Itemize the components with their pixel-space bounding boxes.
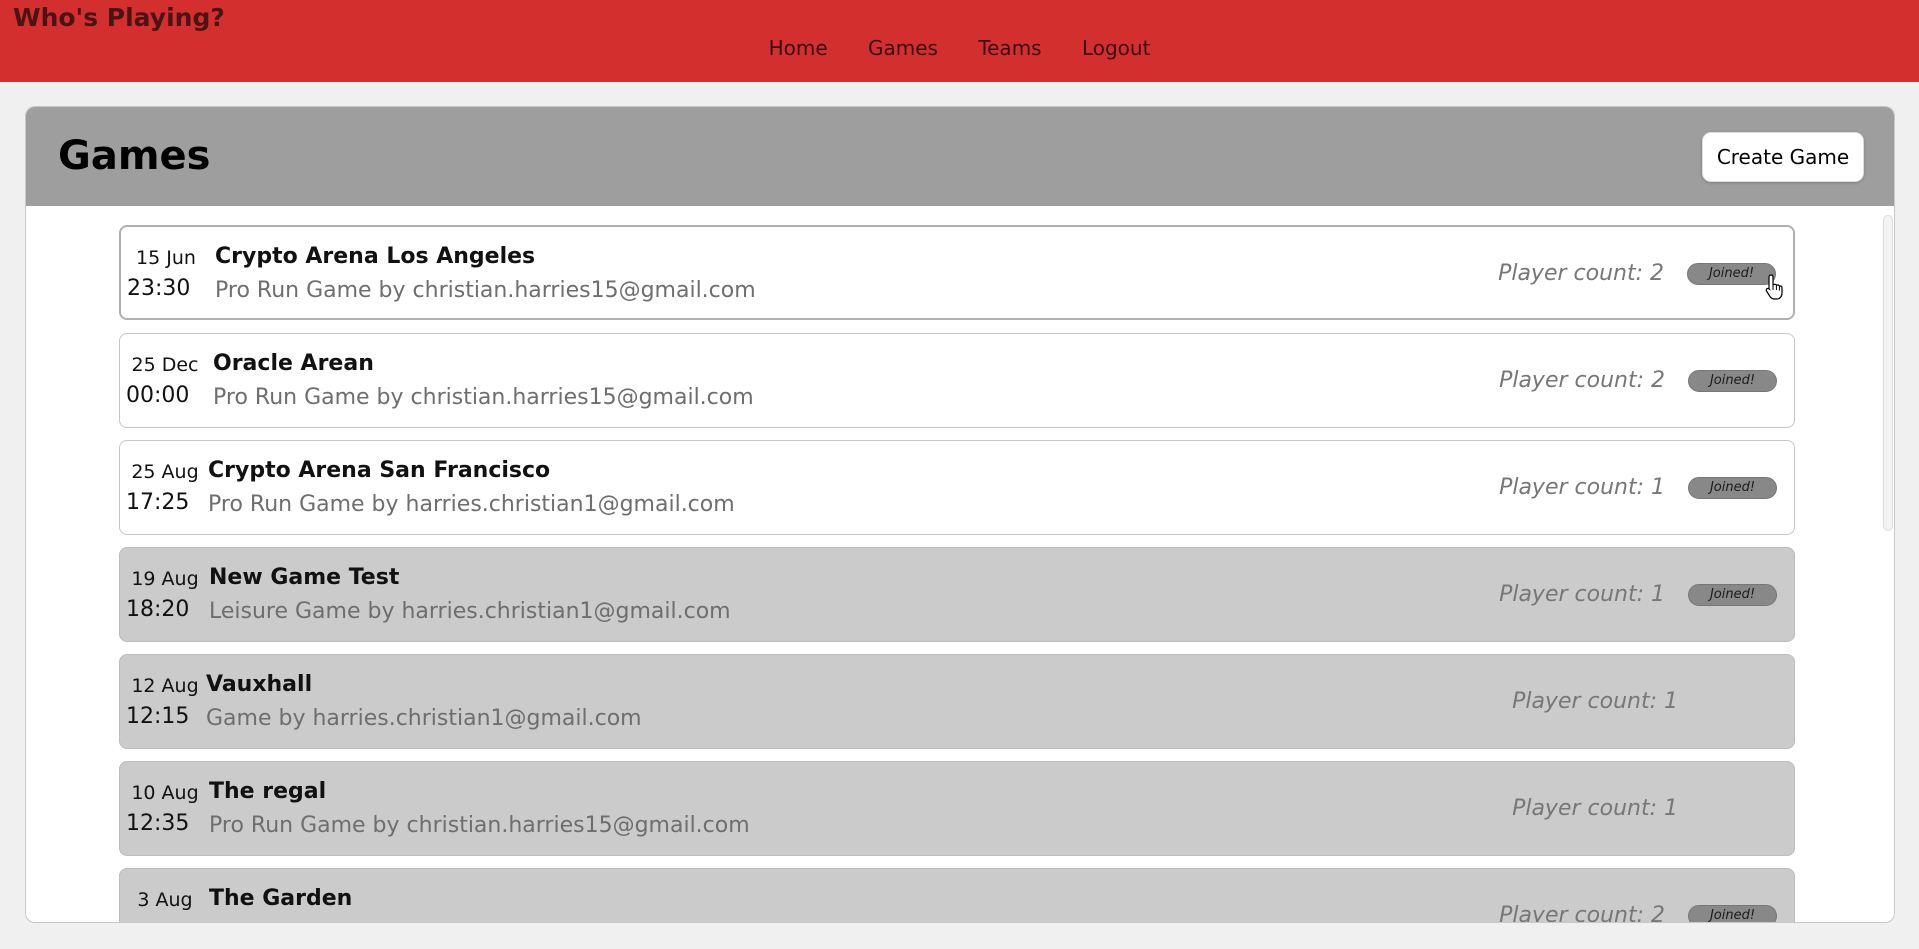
nav-teams-link[interactable]: Teams [978, 36, 1041, 60]
player-count: Player count: 2 [1498, 261, 1664, 286]
game-card[interactable]: 15 Jun 23:30 Crypto Arena Los Angeles Pr… [119, 225, 1795, 320]
player-count: Player count: 1 [1499, 475, 1665, 500]
game-date: 19 Aug [131, 568, 199, 590]
top-navbar: Who's Playing? Home Games Teams Logout [0, 0, 1919, 82]
nav-logout-link[interactable]: Logout [1082, 36, 1150, 60]
joined-badge: Joined! [1687, 263, 1776, 285]
game-date: 25 Aug [131, 461, 199, 483]
game-time: 12:35 [126, 811, 190, 836]
player-count: Player count: 2 [1499, 368, 1665, 393]
game-date: 25 Dec [131, 354, 199, 376]
game-name: Oracle Arean [213, 351, 374, 376]
create-game-button[interactable]: Create Game [1702, 132, 1864, 182]
game-description: Pro Run Game by christian.harries15@gmai… [213, 385, 754, 410]
game-name: Crypto Arena San Francisco [208, 458, 551, 483]
game-time: 00:00 [126, 383, 190, 408]
game-time: 23:30 [127, 276, 191, 301]
player-count: Player count: 1 [1512, 689, 1678, 714]
games-panel: Games Create Game 15 Jun 23:30 Crypto Ar… [25, 106, 1895, 923]
game-card[interactable]: 10 Aug 12:35 The regal Pro Run Game by c… [119, 761, 1795, 856]
game-time: 17:25 [126, 490, 190, 515]
game-date: 10 Aug [131, 782, 199, 804]
game-description: Game by harries.christian1@gmail.com [206, 706, 642, 731]
game-card[interactable]: 12 Aug 12:15 Vauxhall Game by harries.ch… [119, 654, 1795, 749]
player-count: Player count: 2 [1499, 903, 1665, 923]
game-name: Vauxhall [206, 672, 313, 697]
game-description: Pro Run Game by christian.harries15@gmai… [209, 813, 750, 838]
hand-pointer-icon [1765, 274, 1783, 300]
game-time: 18:20 [126, 597, 190, 622]
game-description: Pro Run Game by harries.christian1@gmail… [208, 492, 735, 517]
game-name: The regal [209, 779, 327, 804]
joined-badge: Joined! [1688, 370, 1777, 392]
games-list: 15 Jun 23:30 Crypto Arena Los Angeles Pr… [26, 206, 1894, 923]
main-nav: Home Games Teams Logout [0, 36, 1919, 60]
player-count: Player count: 1 [1499, 582, 1665, 607]
list-scrollbar[interactable] [1883, 215, 1893, 531]
game-date: 15 Jun [136, 247, 196, 269]
player-count: Player count: 1 [1512, 796, 1678, 821]
game-card[interactable]: 25 Aug 17:25 Crypto Arena San Francisco … [119, 440, 1795, 535]
joined-badge: Joined! [1688, 477, 1777, 499]
joined-badge: Joined! [1688, 584, 1777, 606]
joined-badge: Joined! [1688, 905, 1777, 922]
game-name: Crypto Arena Los Angeles [215, 244, 536, 269]
panel-header: Games Create Game [26, 107, 1894, 206]
game-card[interactable]: 25 Dec 00:00 Oracle Arean Pro Run Game b… [119, 333, 1795, 428]
game-date: 3 Aug [137, 889, 193, 911]
game-time: 12:15 [126, 704, 190, 729]
game-description: Pro Run Game by christian.harries15@gmai… [215, 278, 756, 303]
app-brand[interactable]: Who's Playing? [13, 3, 225, 32]
game-name: The Garden [209, 886, 353, 911]
game-description: Leisure Game by harries.christian1@gmail… [209, 599, 731, 624]
game-card[interactable]: 19 Aug 18:20 New Game Test Leisure Game … [119, 547, 1795, 642]
nav-home-link[interactable]: Home [769, 36, 828, 60]
game-date: 12 Aug [131, 675, 199, 697]
game-card[interactable]: 3 Aug The Garden Player count: 2 Joined! [119, 868, 1795, 923]
page-title: Games [58, 133, 211, 179]
game-name: New Game Test [209, 565, 400, 590]
nav-games-link[interactable]: Games [868, 36, 938, 60]
